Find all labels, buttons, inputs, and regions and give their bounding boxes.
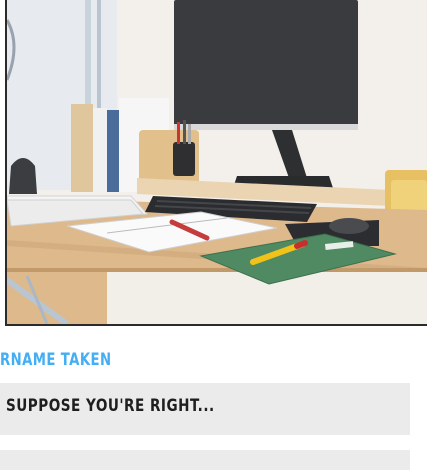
speaker-label: RNAME TAKEN xyxy=(0,350,112,370)
speaker xyxy=(9,158,37,194)
dialogue-text: SUPPOSE YOU'RE RIGHT... xyxy=(6,396,215,416)
book xyxy=(71,104,93,192)
mouse xyxy=(329,218,369,234)
pen-holder xyxy=(173,142,195,176)
dialogue-bubble xyxy=(0,450,410,470)
desk-scene-illustration xyxy=(7,0,427,324)
monitor-screen xyxy=(174,0,358,128)
comic-panel xyxy=(5,0,427,326)
dialogue-bubble: SUPPOSE YOU'RE RIGHT... xyxy=(0,383,410,435)
